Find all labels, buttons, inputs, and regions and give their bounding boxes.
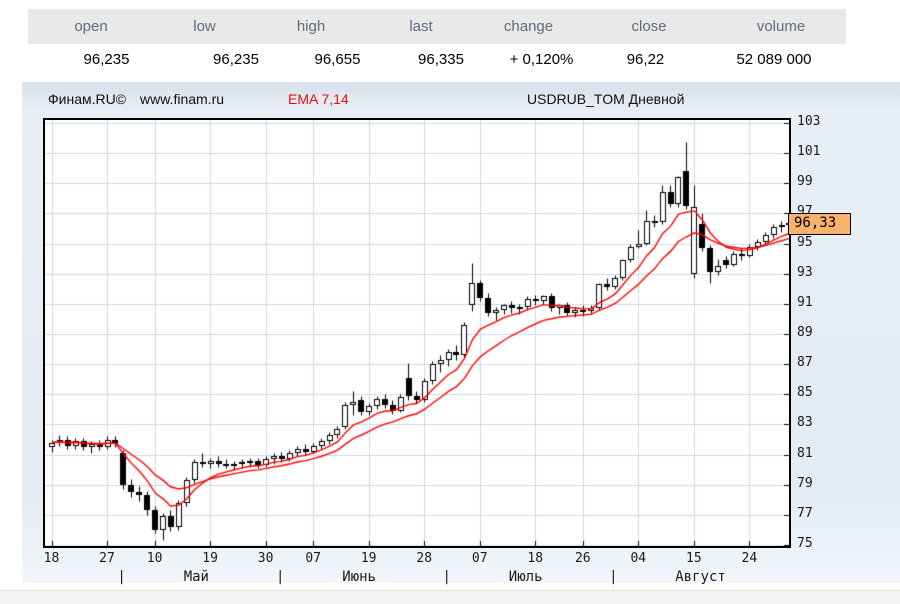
candlestick-canvas bbox=[45, 120, 789, 546]
x-axis-label: 10 bbox=[139, 551, 171, 566]
quote-value-high: 96,655 bbox=[287, 51, 388, 68]
quote-header-change: change bbox=[475, 18, 582, 35]
x-axis-label: 19 bbox=[353, 551, 385, 566]
quote-header-volume: volume bbox=[716, 18, 846, 35]
chart-panel: Финам.RU© www.finam.ru EMA 7,14 USDRUB_T… bbox=[22, 82, 900, 583]
quote-header-high: high bbox=[255, 18, 367, 35]
x-axis-label: 26 bbox=[567, 551, 599, 566]
x-axis-label: 15 bbox=[678, 551, 710, 566]
month-label: Май bbox=[184, 569, 209, 585]
month-label: Август bbox=[675, 569, 726, 585]
x-axis-label: 04 bbox=[622, 551, 654, 566]
y-axis-label: 89 bbox=[797, 325, 813, 340]
x-axis-label: 24 bbox=[733, 551, 765, 566]
month-separator: | bbox=[443, 569, 451, 585]
ema-indicator-label: EMA 7,14 bbox=[288, 91, 349, 107]
y-axis-label: 81 bbox=[797, 446, 813, 461]
current-price-badge: 96,33 bbox=[788, 213, 851, 235]
quote-value-open: 96,235 bbox=[28, 51, 185, 68]
x-axis-label: 28 bbox=[408, 551, 440, 566]
month-label: Июнь bbox=[342, 569, 376, 585]
x-axis-label: 07 bbox=[297, 551, 329, 566]
quote-header-close: close bbox=[582, 18, 716, 35]
y-axis-label: 85 bbox=[797, 385, 813, 400]
quote-header-last: last bbox=[367, 18, 475, 35]
y-axis-label: 83 bbox=[797, 415, 813, 430]
price-chart-plot[interactable] bbox=[43, 118, 791, 548]
x-axis-label: 19 bbox=[194, 551, 226, 566]
x-axis-label: 27 bbox=[91, 551, 123, 566]
quote-value-low: 96,235 bbox=[185, 51, 287, 68]
quote-value-last: 96,335 bbox=[388, 51, 494, 68]
quote-value-volume: 52 089 000 bbox=[702, 51, 846, 68]
month-separator: | bbox=[117, 569, 125, 585]
y-axis-label: 93 bbox=[797, 265, 813, 280]
y-axis-label: 95 bbox=[797, 235, 813, 250]
y-axis-label: 77 bbox=[797, 506, 813, 521]
quote-summary-table: open low high last change close volume 9… bbox=[28, 9, 846, 74]
quote-value-change: + 0,120% bbox=[494, 51, 589, 68]
y-axis-label: 103 bbox=[797, 114, 820, 129]
x-axis-label: 30 bbox=[250, 551, 282, 566]
quote-header-low: low bbox=[154, 18, 255, 35]
y-axis-label: 91 bbox=[797, 295, 813, 310]
x-axis-label: 07 bbox=[464, 551, 496, 566]
y-axis-label: 75 bbox=[797, 536, 813, 551]
y-axis-label: 79 bbox=[797, 476, 813, 491]
quote-header-open: open bbox=[28, 18, 154, 35]
x-axis-label: 18 bbox=[36, 551, 68, 566]
brand-label: Финам.RU© bbox=[48, 91, 126, 107]
month-label: Июль bbox=[509, 569, 543, 585]
quote-value-close: 96,22 bbox=[589, 51, 702, 68]
instrument-title: USDRUB_TOM Дневной bbox=[527, 91, 684, 107]
y-axis-label: 99 bbox=[797, 174, 813, 189]
y-axis-label: 87 bbox=[797, 355, 813, 370]
y-axis-label: 101 bbox=[797, 144, 820, 159]
month-separator: | bbox=[609, 569, 617, 585]
site-link[interactable]: www.finam.ru bbox=[140, 91, 224, 107]
bottom-strip bbox=[0, 590, 900, 604]
x-axis-label: 18 bbox=[519, 551, 551, 566]
quote-header-row: open low high last change close volume bbox=[28, 9, 846, 44]
month-separator: | bbox=[276, 569, 284, 585]
quote-values-row: 96,235 96,235 96,655 96,335 + 0,120% 96,… bbox=[28, 44, 846, 74]
